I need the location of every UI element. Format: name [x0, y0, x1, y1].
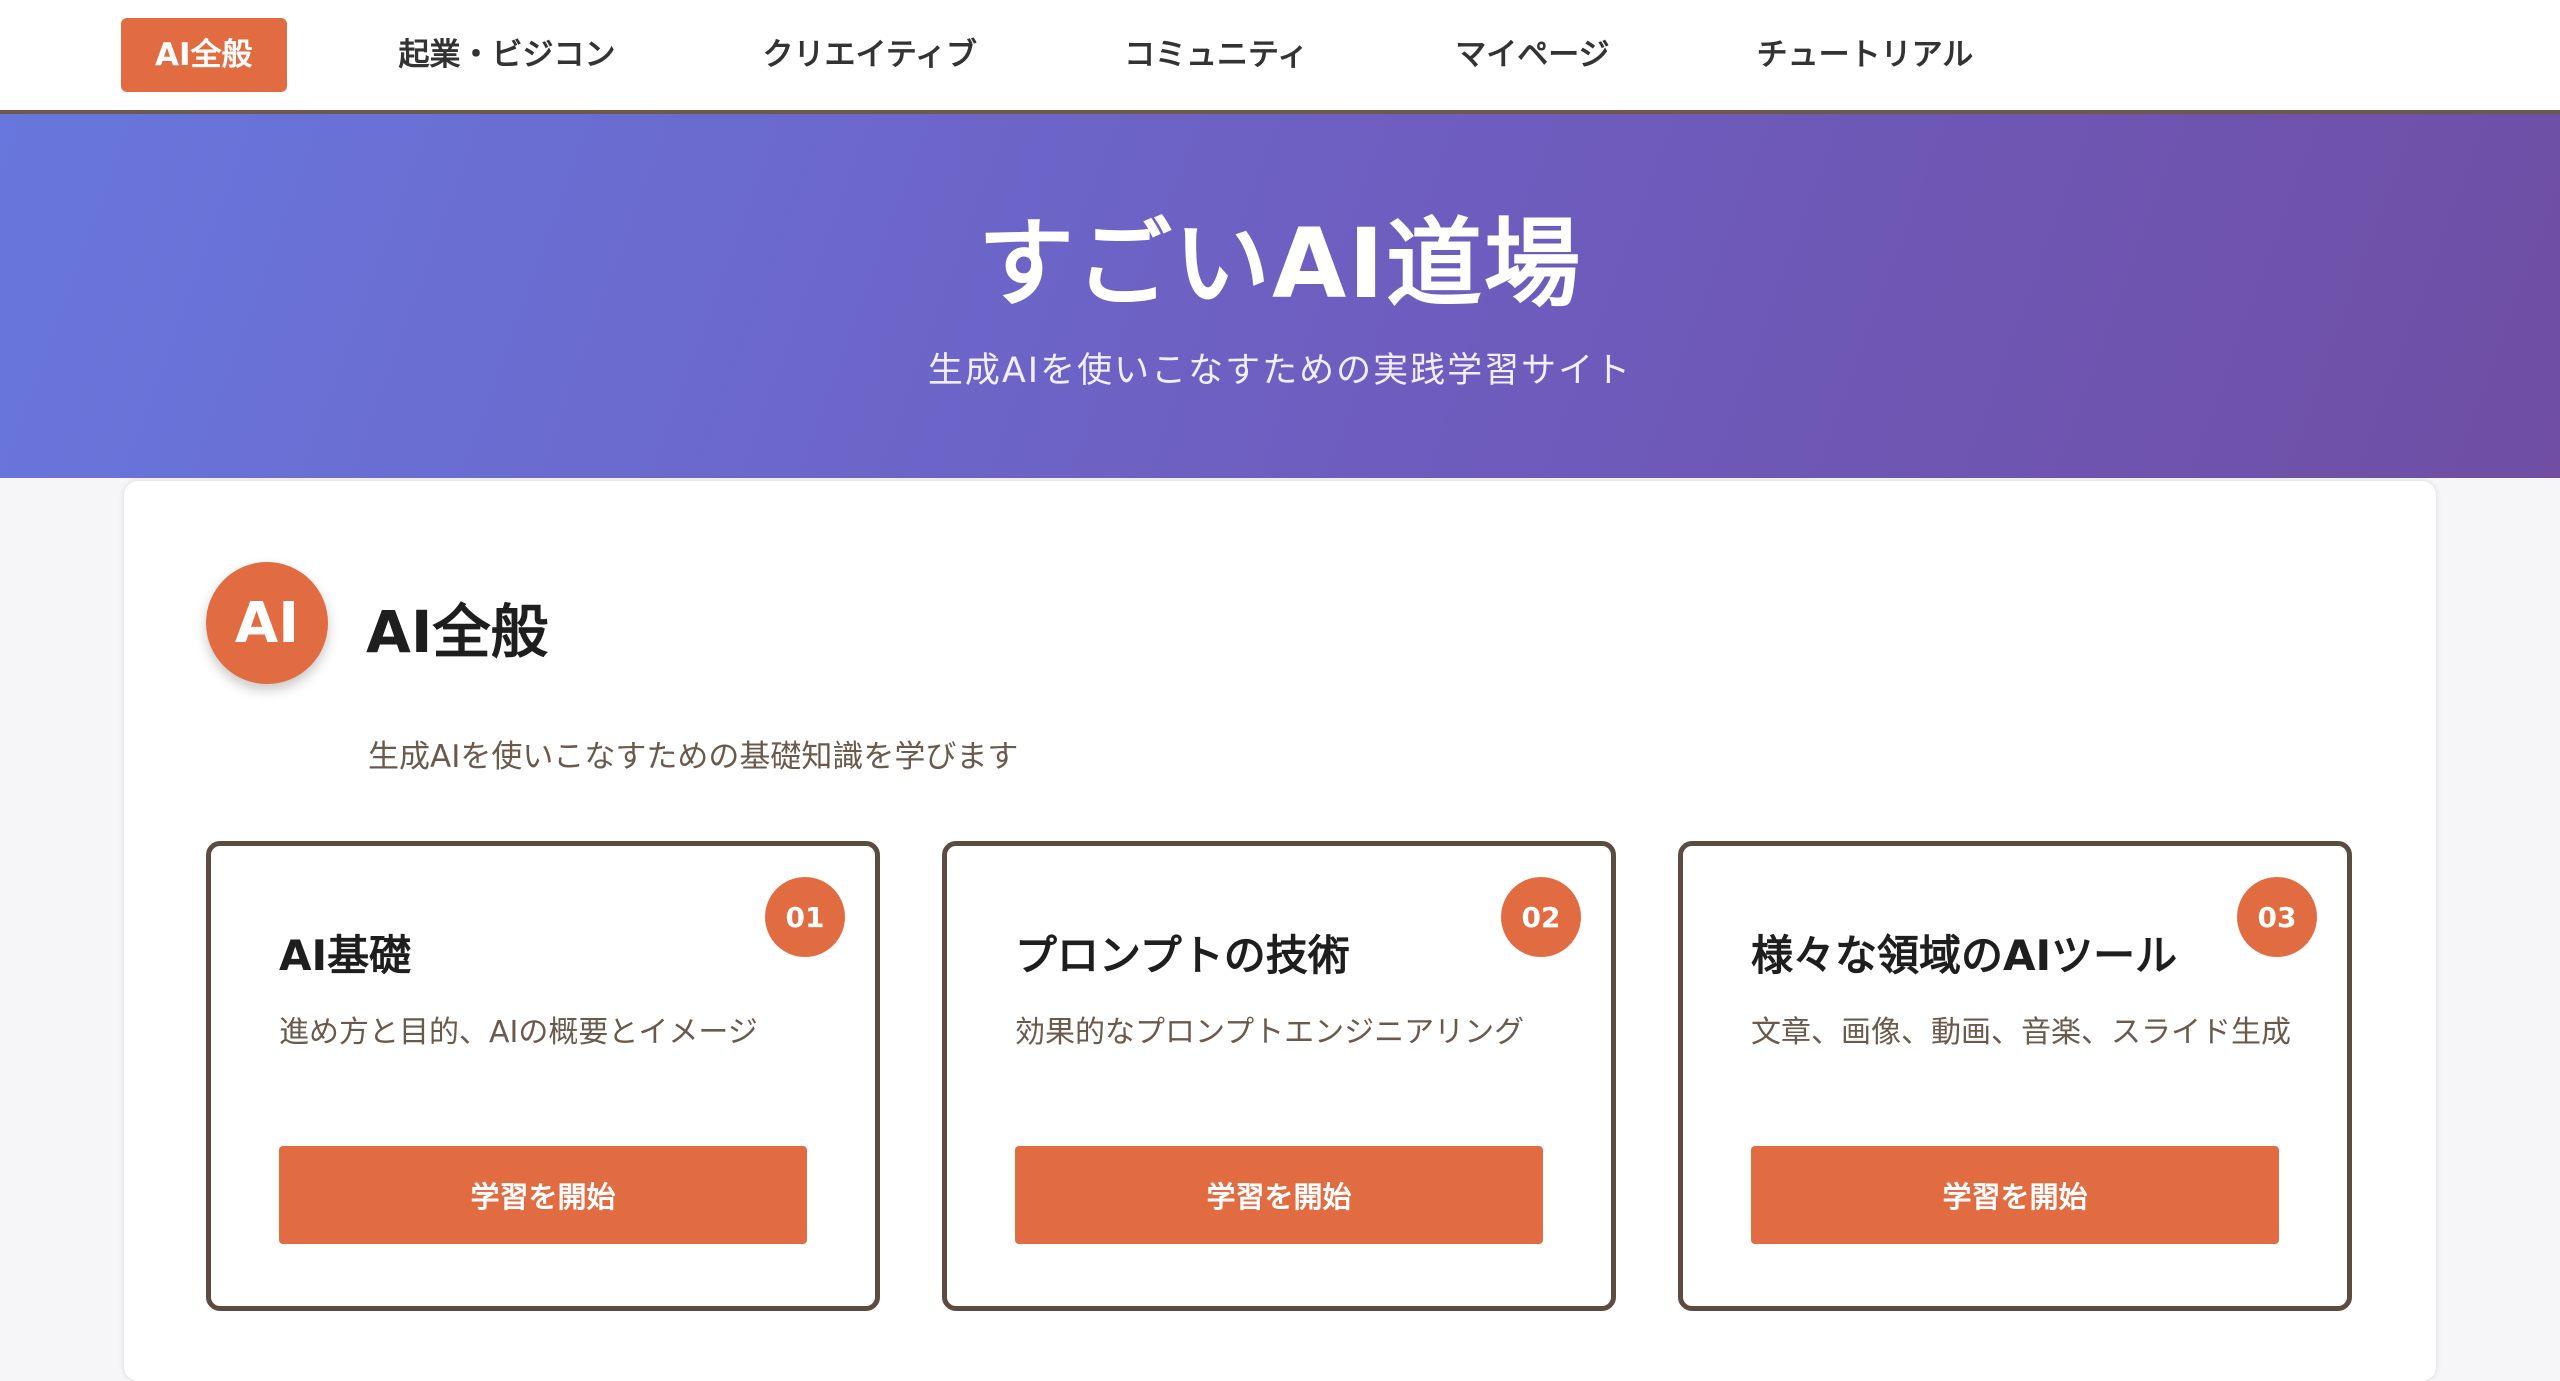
start-learning-button[interactable]: 学習を開始 — [1751, 1146, 2279, 1244]
section-description: 生成AIを使いこなすための基礎知識を学びます — [368, 739, 1019, 775]
nav-item-mypage[interactable]: マイページ — [1421, 18, 1643, 92]
card-title: 様々な領域のAIツール — [1751, 931, 2178, 980]
main-panel: AI AI全般 生成AIを使いこなすための基礎知識を学びます 01 AI基礎 進… — [124, 481, 2436, 1381]
nav-item-startup[interactable]: 起業・ビジコン — [365, 18, 650, 92]
card-description: 効果的なプロンプトエンジニアリング — [1015, 1015, 1525, 1050]
hero-banner: すごいAI道場 生成AIを使いこなすための実践学習サイト — [0, 114, 2560, 478]
hero-title: すごいAI道場 — [977, 208, 1582, 320]
card-number-badge: 01 — [765, 877, 845, 957]
card-description: 文章、画像、動画、音楽、スライド生成 — [1751, 1015, 2291, 1050]
start-learning-button[interactable]: 学習を開始 — [279, 1146, 807, 1244]
card-list: 01 AI基礎 進め方と目的、AIの概要とイメージ 学習を開始 02 プロンプト… — [206, 841, 2352, 1311]
card-description: 進め方と目的、AIの概要とイメージ — [279, 1015, 758, 1050]
section-title: AI全般 — [366, 598, 549, 666]
card-title: AI基礎 — [279, 931, 412, 980]
card-title: プロンプトの技術 — [1015, 931, 1350, 980]
course-card-ai-basics: 01 AI基礎 進め方と目的、AIの概要とイメージ 学習を開始 — [206, 841, 880, 1311]
course-card-ai-tools: 03 様々な領域のAIツール 文章、画像、動画、音楽、スライド生成 学習を開始 — [1678, 841, 2352, 1311]
card-number-badge: 02 — [1501, 877, 1581, 957]
start-learning-button[interactable]: 学習を開始 — [1015, 1146, 1543, 1244]
section-badge: AI — [206, 562, 328, 684]
nav-item-ai-general[interactable]: AI全般 — [121, 18, 287, 92]
nav-item-tutorial[interactable]: チュートリアル — [1723, 18, 2008, 92]
nav-item-community[interactable]: コミュニティ — [1090, 18, 1342, 92]
top-nav: AI全般 起業・ビジコン クリエイティブ コミュニティ マイページ チュートリア… — [0, 0, 2560, 114]
hero-subtitle: 生成AIを使いこなすための実践学習サイト — [927, 351, 1633, 391]
card-number-badge: 03 — [2237, 877, 2317, 957]
nav-item-creative[interactable]: クリエイティブ — [729, 18, 1012, 92]
course-card-prompt: 02 プロンプトの技術 効果的なプロンプトエンジニアリング 学習を開始 — [942, 841, 1616, 1311]
